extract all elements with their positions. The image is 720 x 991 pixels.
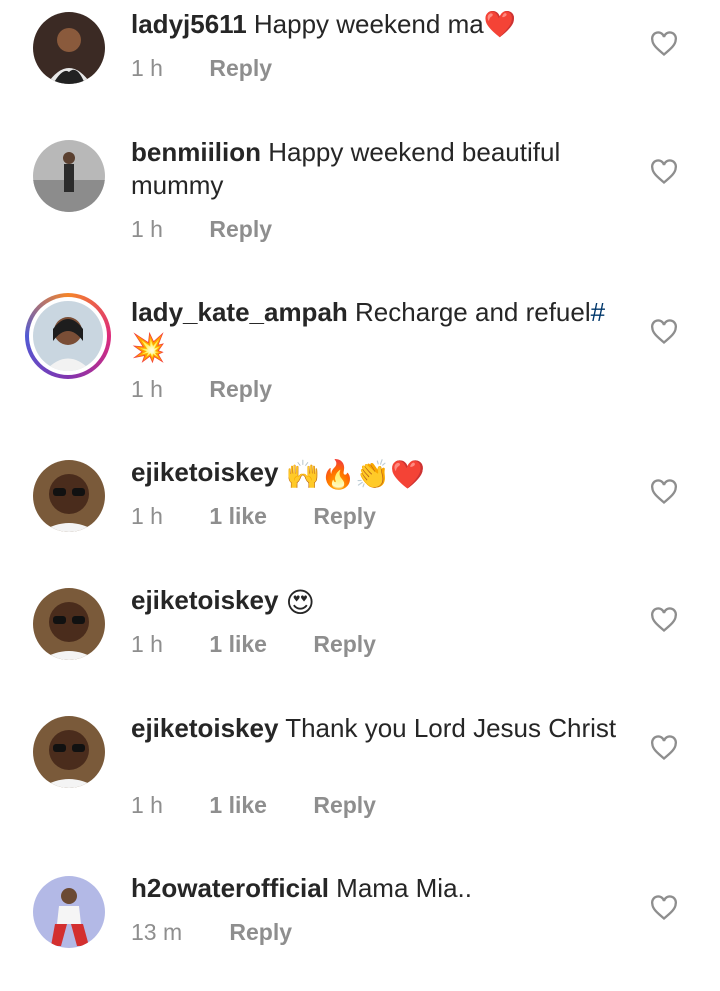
heart-outline-icon[interactable]	[650, 895, 678, 921]
avatar[interactable]	[33, 588, 105, 660]
like-count[interactable]: 1 like	[209, 792, 267, 819]
reply-button[interactable]: Reply	[209, 55, 272, 82]
heart-outline-icon[interactable]	[650, 735, 678, 761]
comment-text: Mama Mia..	[336, 873, 472, 903]
comment-username[interactable]: h2owaterofficial	[131, 873, 329, 903]
like-count[interactable]: 1 like	[209, 631, 267, 658]
avatar[interactable]	[33, 460, 105, 532]
comment-username[interactable]: benmiilion	[131, 137, 261, 167]
comment-text: Recharge and refuel	[355, 297, 591, 327]
heart-outline-icon[interactable]	[650, 319, 678, 345]
reply-button[interactable]: Reply	[313, 631, 376, 658]
heart-outline-icon[interactable]	[650, 479, 678, 505]
comment-username[interactable]: ejiketoiskey	[131, 713, 278, 743]
avatar[interactable]	[33, 876, 105, 948]
comment-username[interactable]: ejiketoiskey	[131, 585, 278, 615]
comment-text: 🙌🔥👏❤️	[285, 459, 426, 490]
comment-time: 1 h	[131, 792, 163, 818]
comment-text: Thank you Lord Jesus Christ	[285, 713, 617, 743]
comment-time: 1 h	[131, 631, 163, 657]
reply-button[interactable]: Reply	[209, 376, 272, 403]
avatar-story-ring[interactable]	[25, 293, 111, 379]
comment-time: 1 h	[131, 376, 163, 402]
heart-outline-icon[interactable]	[650, 31, 678, 57]
comment-username[interactable]: ladyj5611	[131, 9, 247, 39]
hashtag-link[interactable]: #	[591, 297, 605, 327]
heart-outline-icon[interactable]	[650, 159, 678, 185]
comment-emoji: 💥	[131, 332, 166, 363]
comment-time: 1 h	[131, 55, 163, 81]
comment-time: 1 h	[131, 216, 163, 242]
avatar[interactable]	[33, 716, 105, 788]
avatar[interactable]	[33, 140, 105, 212]
comment-username[interactable]: ejiketoiskey	[131, 457, 278, 487]
heart-outline-icon[interactable]	[650, 607, 678, 633]
comment-username[interactable]: lady_kate_ampah	[131, 297, 348, 327]
like-count[interactable]: 1 like	[209, 503, 267, 530]
reply-button[interactable]: Reply	[229, 919, 292, 946]
comment-text: 😍	[285, 587, 315, 618]
reply-button[interactable]: Reply	[313, 503, 376, 530]
comment-time: 1 h	[131, 503, 163, 529]
reply-button[interactable]: Reply	[209, 216, 272, 243]
comment-text: Happy weekend ma❤️	[253, 9, 517, 39]
avatar[interactable]	[33, 12, 105, 84]
reply-button[interactable]: Reply	[313, 792, 376, 819]
comment-time: 13 m	[131, 919, 183, 945]
